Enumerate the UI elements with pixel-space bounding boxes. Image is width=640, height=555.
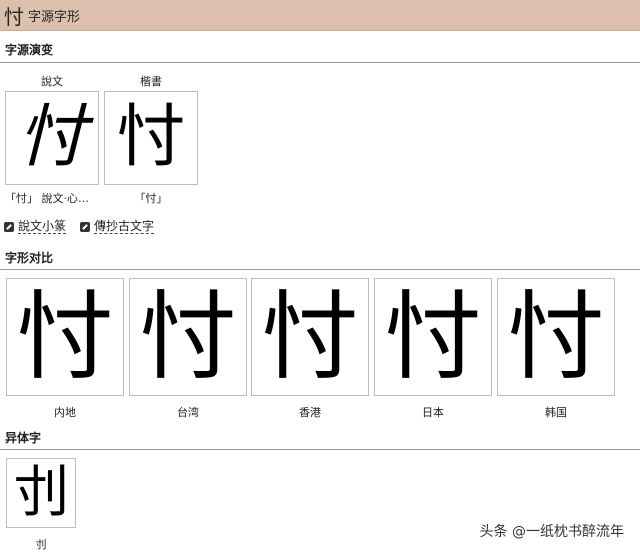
link-chuanchao-guwenzi[interactable]: 傳抄古文字 xyxy=(80,219,155,234)
link-shuowen-xiaozhuan[interactable]: 說文小篆 xyxy=(4,219,67,234)
comparison-glyph-korea: 忖 xyxy=(508,281,604,393)
link-label: 傳抄古文字 xyxy=(94,219,155,234)
section-divider xyxy=(0,62,640,63)
comparison-label-mainland: 内地 xyxy=(54,406,76,419)
variant-glyph: 刌 xyxy=(13,460,69,525)
comparison-glyph-box-korea[interactable]: 忖 xyxy=(497,278,615,396)
comparison-glyph-box-mainland[interactable]: 忖 xyxy=(6,278,124,396)
evolution-caption-kaishu: 「忖」 xyxy=(134,192,168,205)
variant-glyph-box[interactable]: 刌 xyxy=(6,458,76,528)
style-label-kaishu: 楷書 xyxy=(140,75,162,88)
evolution-glyph-box-kaishu[interactable]: 忖 xyxy=(104,91,198,185)
comparison-label-korea: 韩国 xyxy=(545,406,567,419)
comparison-glyph-box-taiwan[interactable]: 忖 xyxy=(129,278,247,396)
comparison-glyph-japan: 忖 xyxy=(385,281,481,393)
section-divider xyxy=(0,269,640,270)
link-label: 說文小篆 xyxy=(18,219,67,234)
comparison-glyph-taiwan: 忖 xyxy=(140,281,236,393)
evolution-caption-shuowen: 「忖」 說文‧心… xyxy=(5,192,89,205)
page-header: 忖 字源字形 xyxy=(0,0,640,31)
section-divider xyxy=(0,449,640,450)
header-title: 字源字形 xyxy=(28,9,81,25)
comparison-glyph-mainland: 忖 xyxy=(17,281,113,393)
comparison-label-taiwan: 台湾 xyxy=(177,406,199,419)
variant-label: 刌 xyxy=(35,538,47,551)
external-link-icon xyxy=(4,221,14,232)
evolution-glyph-kaishu: 忖 xyxy=(116,98,185,177)
comparison-glyph-box-hongkong[interactable]: 忖 xyxy=(251,278,369,396)
evolution-glyph-shuowen: 忖 xyxy=(17,98,86,177)
comparison-label-japan: 日本 xyxy=(422,406,444,419)
evolution-glyph-box-shuowen[interactable]: 忖 xyxy=(5,91,99,185)
header-char: 忖 xyxy=(4,4,24,29)
comparison-label-hongkong: 香港 xyxy=(299,406,321,419)
comparison-glyph-hongkong: 忖 xyxy=(262,281,358,393)
comparison-glyph-box-japan[interactable]: 忖 xyxy=(374,278,492,396)
watermark: 头条 @一纸枕书醉流年 xyxy=(479,524,624,540)
section-title-variants: 异体字 xyxy=(5,431,42,445)
section-title-comparison: 字形对比 xyxy=(5,251,54,265)
external-link-icon xyxy=(80,221,90,232)
section-title-evolution: 字源演变 xyxy=(5,43,54,57)
style-label-shuowen: 說文 xyxy=(41,75,63,88)
